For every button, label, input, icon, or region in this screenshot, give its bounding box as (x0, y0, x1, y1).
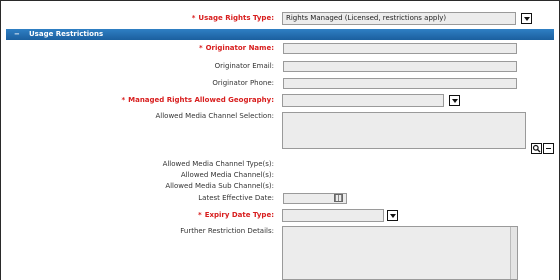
section-title: Usage Restrictions (29, 30, 104, 38)
originator-phone-input[interactable] (283, 78, 517, 89)
originator-name-input[interactable] (283, 43, 517, 54)
search-icon[interactable] (531, 143, 542, 154)
managed-geography-label: * Managed Rights Allowed Geography: (121, 96, 274, 104)
originator-email-input[interactable] (283, 61, 517, 72)
calendar-icon[interactable] (334, 194, 343, 202)
originator-phone-label: Originator Phone: (212, 79, 274, 87)
media-channel-types-label: Allowed Media Channel Type(s): (162, 160, 274, 168)
further-restriction-label: Further Restriction Details: (180, 227, 274, 235)
minus-icon[interactable] (543, 143, 554, 154)
originator-name-label: * Originator Name: (198, 44, 274, 52)
managed-geography-select[interactable] (282, 94, 444, 107)
collapse-icon[interactable]: − (14, 29, 20, 40)
required-star: * (191, 14, 196, 22)
expiry-date-type-label: * Expiry Date Type: (198, 211, 274, 219)
chevron-down-icon[interactable] (521, 13, 532, 24)
further-restriction-textarea[interactable] (282, 226, 518, 280)
media-channel-selection-list[interactable] (282, 112, 526, 149)
media-channel-selection-label: Allowed Media Channel Selection: (155, 112, 275, 120)
usage-rights-label: * Usage Rights Type: (191, 14, 274, 22)
usage-rights-select[interactable]: Rights Managed (Licensed, restrictions a… (282, 12, 516, 25)
usage-restrictions-header[interactable]: − Usage Restrictions (6, 29, 554, 40)
media-channels-label: Allowed Media Channel(s): (180, 171, 274, 179)
latest-effective-date-label: Latest Effective Date: (198, 194, 274, 202)
textarea-scrollbar[interactable] (510, 227, 517, 279)
chevron-down-icon[interactable] (449, 95, 460, 106)
originator-email-label: Originator Email: (214, 62, 274, 70)
expiry-date-type-select[interactable] (282, 209, 384, 222)
chevron-down-icon[interactable] (387, 210, 398, 221)
media-sub-channels-label: Allowed Media Sub Channel(s): (165, 182, 274, 190)
